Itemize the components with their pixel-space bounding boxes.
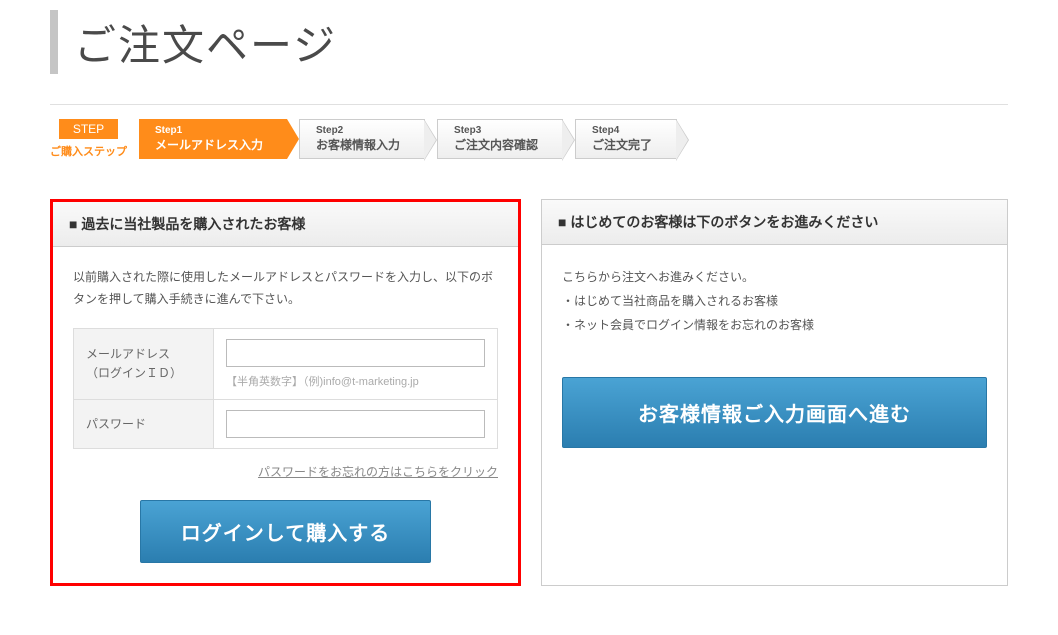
lead-text: こちらから注文へお進みください。 [562,265,987,289]
email-label-cell: メールアドレス （ログインＩＤ） [74,329,214,400]
step-2: Step2 お客様情報入力 [299,119,425,159]
step-num: Step4 [592,125,652,136]
email-label-line1: メールアドレス [86,347,170,361]
returning-customer-panel: ■ 過去に当社製品を購入されたお客様 以前購入された際に使用したメールアドレスと… [50,199,521,586]
password-label-cell: パスワード [74,400,214,449]
title-accent-bar [50,10,58,74]
step-label-bottom: ご購入ステップ [50,143,127,159]
step-4: Step4 ご注文完了 [575,119,677,159]
panel-header: ■ はじめてのお客様は下のボタンをお進みください [542,200,1007,245]
panel-body: こちらから注文へお進みください。 ・はじめて当社商品を購入されるお客様 ・ネット… [542,245,1007,468]
step-label: STEP ご購入ステップ [50,119,127,159]
step-text: お客様情報入力 [316,136,400,153]
step-1: Step1 メールアドレス入力 [139,119,287,159]
step-3: Step3 ご注文内容確認 [437,119,563,159]
step-text: ご注文完了 [592,136,652,153]
step-text: ご注文内容確認 [454,136,538,153]
panel-description: 以前購入された際に使用したメールアドレスとパスワードを入力し、以下のボタンを押し… [73,267,498,310]
bullet-2: ・ネット会員でログイン情報をお忘れのお客様 [562,313,987,337]
panel-header: ■ 過去に当社製品を購入されたお客様 [53,202,518,247]
new-customer-panel: ■ はじめてのお客様は下のボタンをお進みください こちらから注文へお進みください… [541,199,1008,586]
step-num: Step1 [155,125,263,136]
new-customer-text: こちらから注文へお進みください。 ・はじめて当社商品を購入されるお客様 ・ネット… [562,265,987,337]
email-input[interactable] [226,339,485,367]
email-input-cell: 【半角英数字】（例)info@t-marketing.jp [214,329,498,400]
login-form-table: メールアドレス （ログインＩＤ） 【半角英数字】（例)info@t-market… [73,328,498,449]
step-num: Step2 [316,125,400,136]
forgot-password-link[interactable]: パスワードをお忘れの方はこちらをクリック [73,463,498,480]
bullet-1: ・はじめて当社商品を購入されるお客様 [562,289,987,313]
proceed-customer-info-button[interactable]: お客様情報ご入力画面へ進む [562,377,987,448]
email-hint: 【半角英数字】（例)info@t-marketing.jp [226,373,485,389]
email-label-line2: （ログインＩＤ） [86,366,182,380]
login-purchase-button[interactable]: ログインして購入する [140,500,431,563]
password-input-cell [214,400,498,449]
panel-body: 以前購入された際に使用したメールアドレスとパスワードを入力し、以下のボタンを押し… [53,247,518,583]
password-input[interactable] [226,410,485,438]
page-title: ご注文ページ [74,12,337,73]
panels: ■ 過去に当社製品を購入されたお客様 以前購入された際に使用したメールアドレスと… [50,199,1008,586]
page-title-row: ご注文ページ [50,10,1008,74]
step-text: メールアドレス入力 [155,136,263,153]
step-indicator: STEP ご購入ステップ Step1 メールアドレス入力 Step2 お客様情報… [50,104,1008,159]
step-num: Step3 [454,125,538,136]
step-label-top: STEP [59,119,118,139]
